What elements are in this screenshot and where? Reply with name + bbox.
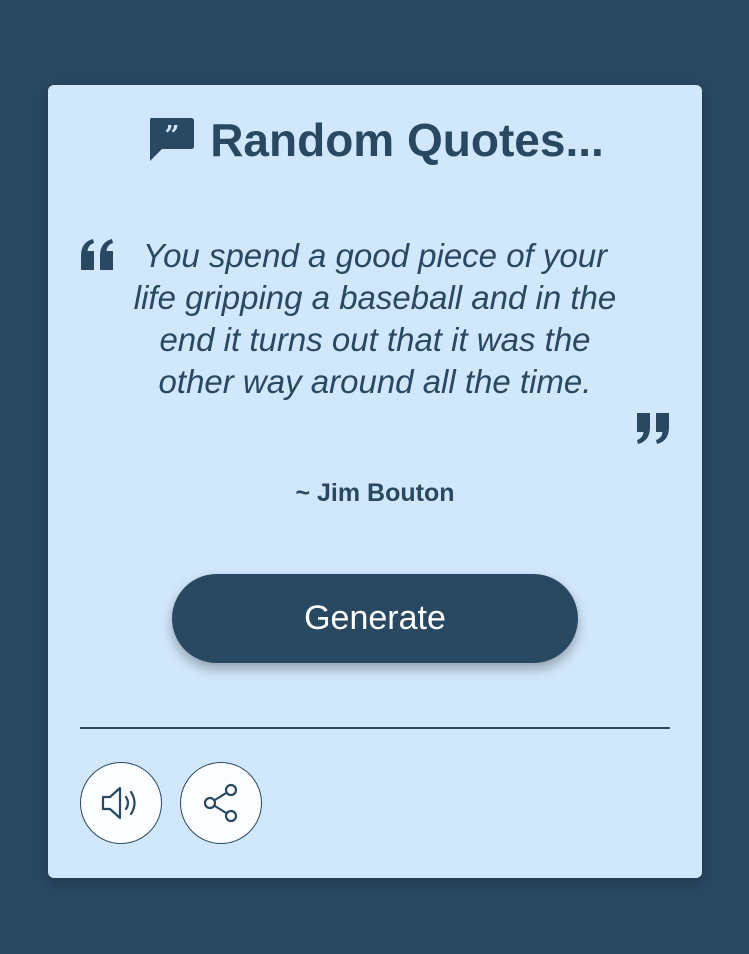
quote-card: ” Random Quotes... You spend a good piec… bbox=[48, 85, 702, 878]
share-button[interactable] bbox=[180, 762, 262, 844]
open-quote-icon bbox=[79, 238, 117, 272]
header: ” Random Quotes... bbox=[48, 113, 702, 167]
speech-bubble-quote-icon: ” bbox=[146, 116, 196, 164]
divider bbox=[80, 727, 670, 729]
close-quote-icon bbox=[633, 411, 671, 445]
share-icon bbox=[199, 781, 243, 825]
speaker-icon bbox=[99, 783, 143, 823]
generate-button[interactable]: Generate bbox=[172, 574, 578, 663]
speak-button[interactable] bbox=[80, 762, 162, 844]
quote-author: ~ Jim Bouton bbox=[295, 479, 455, 507]
app-title: Random Quotes... bbox=[210, 114, 604, 166]
svg-text:”: ” bbox=[165, 121, 180, 151]
quote-text: You spend a good piece of your life grip… bbox=[133, 237, 617, 400]
